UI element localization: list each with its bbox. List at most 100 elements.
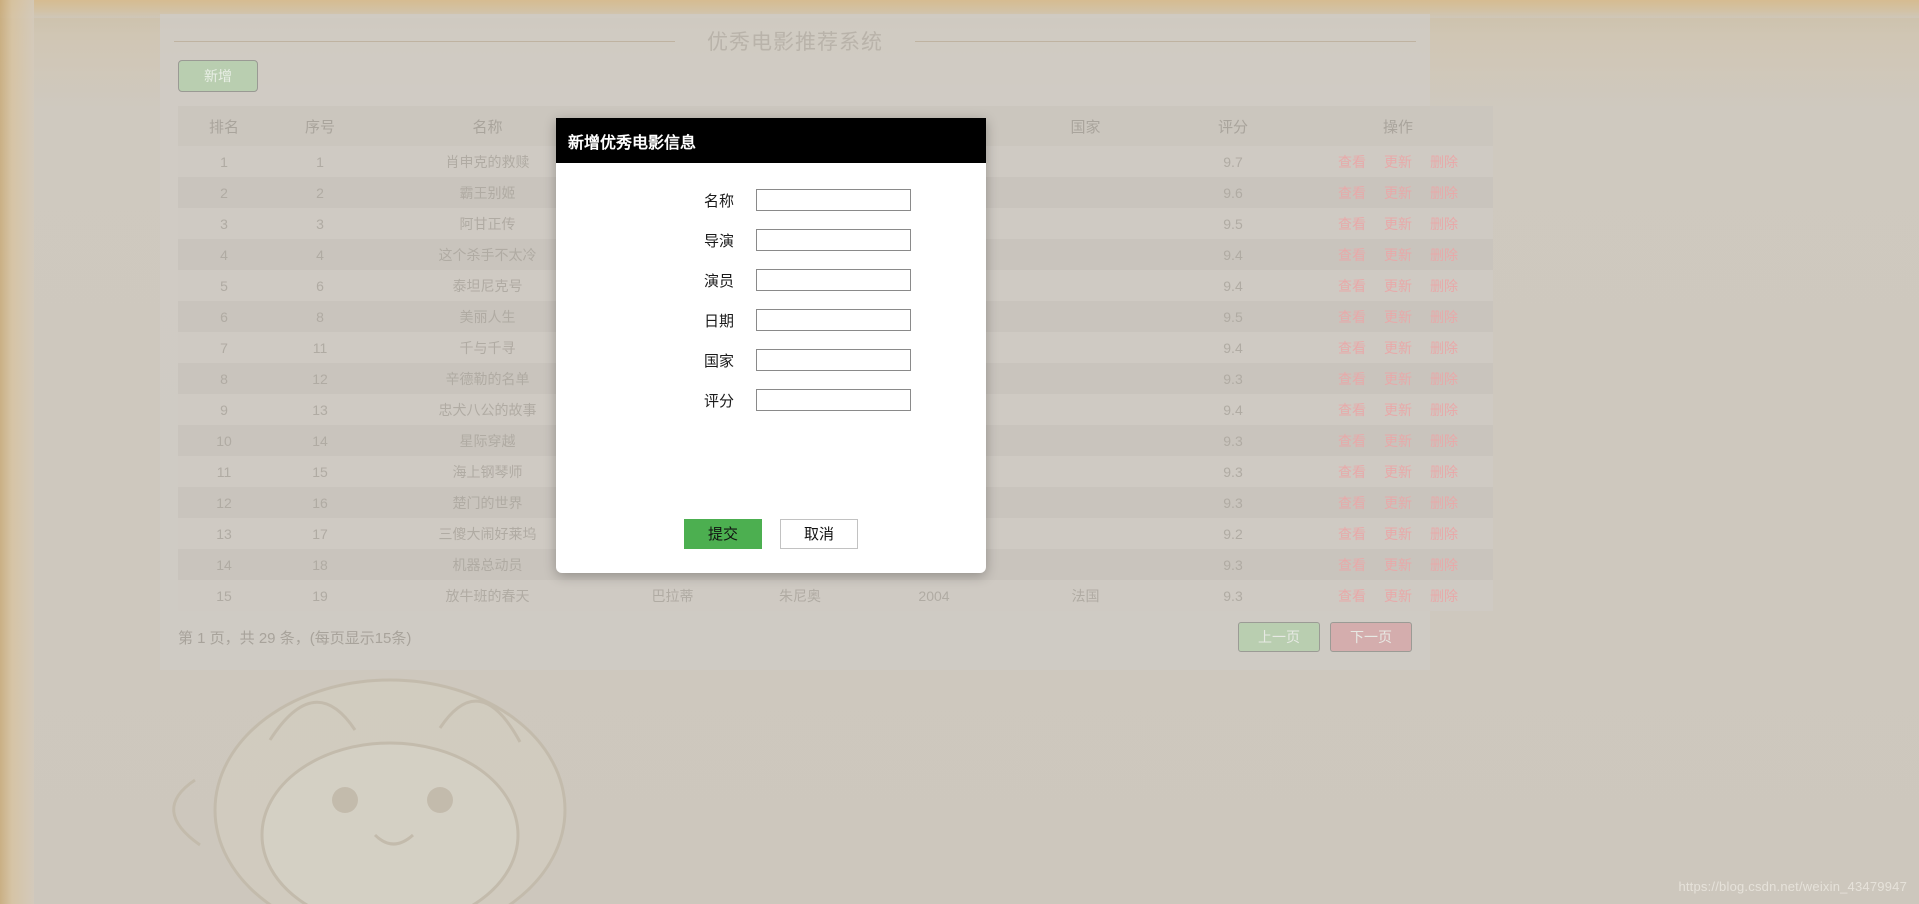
delete-link[interactable]: 删除 [1430,278,1458,294]
view-link[interactable]: 查看 [1338,309,1366,325]
label-country: 国家 [703,352,734,370]
actor-input[interactable] [756,269,911,291]
view-link[interactable]: 查看 [1338,247,1366,263]
country-cell [1008,239,1163,270]
column-header-score: 评分 [1163,106,1303,146]
delete-link[interactable]: 删除 [1430,402,1458,418]
index-cell: 15 [312,463,328,480]
view-link[interactable]: 查看 [1338,278,1366,294]
rank-cell: 8 [220,370,228,387]
rank-cell: 11 [216,463,232,480]
view-link[interactable]: 查看 [1338,588,1366,604]
score-cell: 9.4 [1223,246,1243,263]
next-page-button[interactable]: 下一页 [1330,622,1412,652]
country-input[interactable] [756,349,911,371]
update-link[interactable]: 更新 [1384,588,1412,604]
director-input[interactable] [756,229,911,251]
delete-link[interactable]: 删除 [1430,309,1458,325]
screen: 优秀电影推荐系统 新增 排名 序号 名称 国家 评分 操作 1 1 肖申克的救赎… [0,0,1919,904]
operations-cell: 查看 更新 删除 [1303,363,1493,394]
operations-cell: 查看 更新 删除 [1303,146,1493,177]
index-cell: 17 [312,525,328,542]
delete-link[interactable]: 删除 [1430,185,1458,201]
add-button[interactable]: 新增 [178,60,258,92]
dialog-buttons: 提交 取消 [556,519,986,549]
country-cell [1008,456,1163,487]
view-link[interactable]: 查看 [1338,433,1366,449]
add-movie-dialog: 新增优秀电影信息 名称 导演 演员 日期 国家 评分 提交 取消 [556,118,986,573]
name-input[interactable] [756,189,911,211]
index-cell: 6 [316,277,324,294]
view-link[interactable]: 查看 [1338,185,1366,201]
update-link[interactable]: 更新 [1384,216,1412,232]
update-link[interactable]: 更新 [1384,495,1412,511]
update-link[interactable]: 更新 [1384,557,1412,573]
date-input[interactable] [756,309,911,331]
update-link[interactable]: 更新 [1384,185,1412,201]
view-link[interactable]: 查看 [1338,402,1366,418]
score-input[interactable] [756,389,911,411]
delete-link[interactable]: 删除 [1430,247,1458,263]
view-link[interactable]: 查看 [1338,216,1366,232]
score-cell: 9.4 [1223,339,1243,356]
index-cell: 2 [316,184,324,201]
operations-cell: 查看 更新 删除 [1303,301,1493,332]
operations-cell: 查看 更新 删除 [1303,487,1493,518]
country-cell [1008,549,1163,580]
delete-link[interactable]: 删除 [1430,340,1458,356]
form-row-actor: 演员 [556,269,986,291]
page-header: 优秀电影推荐系统 [160,26,1430,56]
update-link[interactable]: 更新 [1384,402,1412,418]
country-cell [1008,363,1163,394]
delete-link[interactable]: 删除 [1430,371,1458,387]
country-cell [1008,301,1163,332]
label-director: 导演 [703,232,734,250]
delete-link[interactable]: 删除 [1430,464,1458,480]
delete-link[interactable]: 删除 [1430,154,1458,170]
view-link[interactable]: 查看 [1338,495,1366,511]
view-link[interactable]: 查看 [1338,340,1366,356]
view-link[interactable]: 查看 [1338,371,1366,387]
delete-link[interactable]: 删除 [1430,588,1458,604]
update-link[interactable]: 更新 [1384,464,1412,480]
operations-cell: 查看 更新 删除 [1303,518,1493,549]
delete-link[interactable]: 删除 [1430,216,1458,232]
form-row-country: 国家 [556,349,986,371]
delete-link[interactable]: 删除 [1430,526,1458,542]
update-link[interactable]: 更新 [1384,371,1412,387]
header-rule-right [915,40,1416,42]
cancel-button[interactable]: 取消 [780,519,858,549]
update-link[interactable]: 更新 [1384,247,1412,263]
label-actor: 演员 [703,272,734,290]
update-link[interactable]: 更新 [1384,433,1412,449]
update-link[interactable]: 更新 [1384,340,1412,356]
update-link[interactable]: 更新 [1384,278,1412,294]
view-link[interactable]: 查看 [1338,154,1366,170]
index-cell: 11 [312,339,328,356]
view-link[interactable]: 查看 [1338,526,1366,542]
update-link[interactable]: 更新 [1384,154,1412,170]
delete-link[interactable]: 删除 [1430,433,1458,449]
country-cell [1008,270,1163,301]
operations-cell: 查看 更新 删除 [1303,549,1493,580]
view-link[interactable]: 查看 [1338,557,1366,573]
delete-link[interactable]: 删除 [1430,495,1458,511]
pagination-info: 第 1 页，共 29 条，(每页显示15条) [178,629,412,647]
operations-cell: 查看 更新 删除 [1303,332,1493,363]
update-link[interactable]: 更新 [1384,309,1412,325]
operations-cell: 查看 更新 删除 [1303,239,1493,270]
delete-link[interactable]: 删除 [1430,557,1458,573]
rank-cell: 4 [220,246,228,263]
view-link[interactable]: 查看 [1338,464,1366,480]
index-cell: 8 [316,308,324,325]
prev-page-button[interactable]: 上一页 [1238,622,1320,652]
submit-button[interactable]: 提交 [684,519,762,549]
country-cell [1008,146,1163,177]
pagination-controls: 上一页 下一页 [1238,622,1412,652]
rank-cell: 1 [220,153,228,170]
update-link[interactable]: 更新 [1384,526,1412,542]
operations-cell: 查看 更新 删除 [1303,580,1493,611]
rank-cell: 7 [220,339,228,356]
director-cell: 巴拉蒂 [651,587,694,604]
rank-cell: 2 [220,184,228,201]
